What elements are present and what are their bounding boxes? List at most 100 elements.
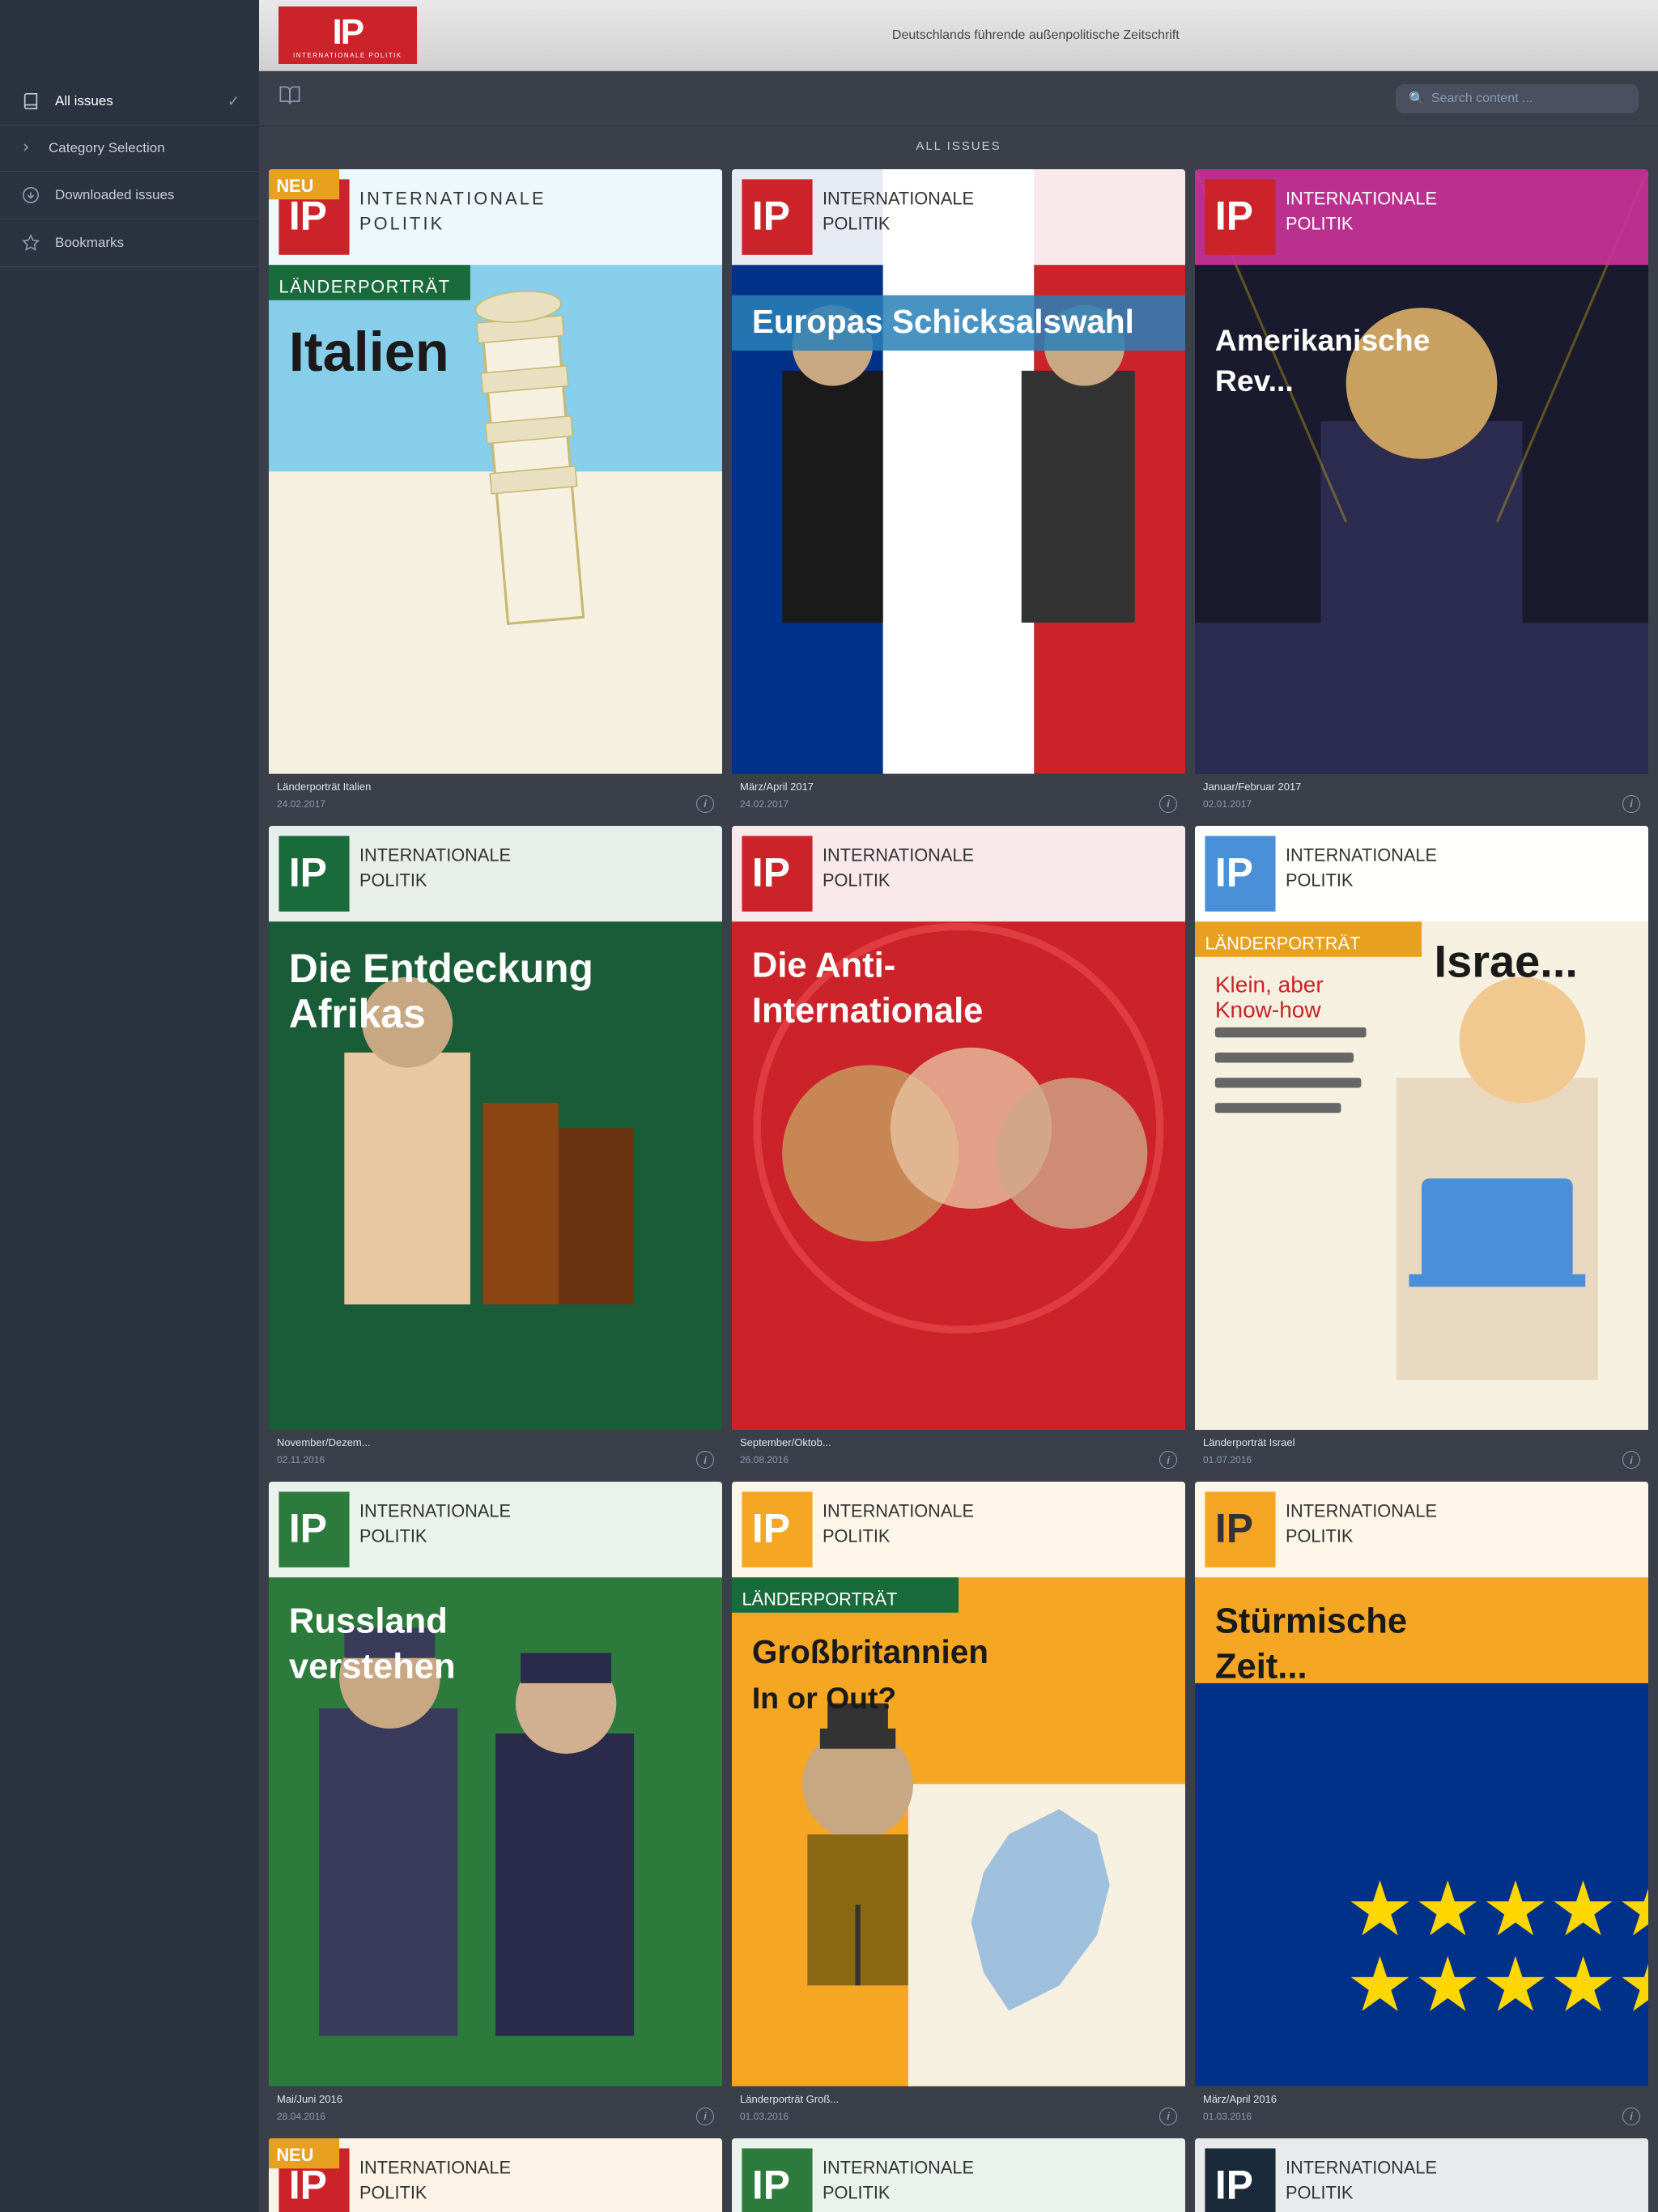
svg-text:POLITIK: POLITIK [823,214,891,234]
svg-text:IP: IP [289,1506,327,1551]
svg-text:Die Entdeckung: Die Entdeckung [289,946,593,991]
issue-card-1[interactable]: IP INTERNATIONALE POLITIK LÄNDERPORTRÄT … [269,169,722,816]
search-box[interactable]: 🔍 [1396,84,1639,113]
svg-text:Internationale: Internationale [752,991,984,1030]
svg-text:IP: IP [752,849,790,895]
search-input[interactable] [1431,91,1626,106]
topbar: IP INTERNATIONALE POLITIK Deutschlands f… [259,0,1658,71]
grid-row-2: IP INTERNATIONALE POLITIK Die Entdeckung… [269,826,1648,1473]
svg-text:POLITIK: POLITIK [1286,214,1354,234]
issue-info-button-8[interactable]: i [1159,2108,1177,2125]
svg-text:IP: IP [752,194,790,239]
svg-text:POLITIK: POLITIK [359,870,427,890]
sidebar-item-category-selection[interactable]: Category Selection [0,125,259,171]
issue-title-7: Mai/Juni 2016 [277,2093,714,2105]
tagline: Deutschlands führende außenpolitische Ze… [433,28,1639,43]
issue-info-4: November/Dezem... 02.11.2016 i [269,1430,722,1472]
issue-date-2: 24.02.2017 [740,798,789,810]
issue-info-button-3[interactable]: i [1622,795,1640,813]
svg-text:Zeit...: Zeit... [1215,1648,1307,1687]
issue-cover-12: IP INTERNATIONALE POLITIK Die Unvollende… [1195,2138,1648,2212]
svg-text:LÄNDERPORTRÄT: LÄNDERPORTRÄT [742,1589,897,1610]
divider-4 [0,266,259,267]
svg-text:IP: IP [752,1506,790,1551]
sidebar-item-bookmarks[interactable]: Bookmarks [0,219,259,266]
issue-cover-11: IP INTERNATIONALE POLITIK Blackbox Iran [732,2138,1185,2212]
issue-cover-7: IP INTERNATIONALE POLITIK Russland verst… [269,1482,722,2087]
issue-date-1: 24.02.2017 [277,798,325,810]
svg-text:INTERNATIONALE: INTERNATIONALE [359,1501,511,1521]
issue-date-row-5: 26.08.2016 i [740,1451,1177,1469]
svg-text:Klein, aber: Klein, aber [1215,972,1324,997]
issue-info-2: März/April 2017 24.02.2017 i [732,774,1185,816]
bookmark-icon [19,234,42,252]
reading-icon[interactable] [278,84,301,113]
issue-info-button-7[interactable]: i [696,2108,714,2125]
svg-text:Europas Schicksalswahl: Europas Schicksalswahl [752,303,1134,340]
issue-date-5: 26.08.2016 [740,1454,789,1465]
issue-info-button-9[interactable]: i [1622,2108,1640,2125]
issue-info-button-4[interactable]: i [696,1451,714,1469]
svg-text:Amerikanische: Amerikanische [1215,323,1431,357]
svg-text:INTERNATIONALE: INTERNATIONALE [1286,1501,1437,1521]
issue-card-9[interactable]: ★★★★★ ★★★★★ IP INTERNATIONALE POLITIK St… [1195,1482,1648,2129]
issue-card-4[interactable]: IP INTERNATIONALE POLITIK Die Entdeckung… [269,826,722,1473]
svg-text:In or Out?: In or Out? [752,1681,896,1715]
logo-letters: IP [333,15,363,50]
issue-card-3[interactable]: IP INTERNATIONALE POLITIK Amerikanische … [1195,169,1648,816]
issue-card-7[interactable]: IP INTERNATIONALE POLITIK Russland verst… [269,1482,722,2129]
checkmark-icon: ✓ [227,93,240,110]
svg-text:POLITIK: POLITIK [359,214,444,234]
svg-text:NEU: NEU [276,176,313,196]
issue-cover-3: IP INTERNATIONALE POLITIK Amerikanische … [1195,169,1648,774]
svg-text:INTERNATIONALE: INTERNATIONALE [823,2158,974,2178]
issue-card-11[interactable]: IP INTERNATIONALE POLITIK Blackbox Iran … [732,2138,1185,2212]
issue-info-button-5[interactable]: i [1159,1451,1177,1469]
issue-card-10[interactable]: IP INTERNATIONALE POLITIK LÄNDERPORTRÄT … [269,2138,722,2212]
svg-text:Israe...: Israe... [1435,935,1578,986]
logo-subtitle: INTERNATIONALE POLITIK [293,52,402,59]
svg-text:LÄNDERPORTRÄT: LÄNDERPORTRÄT [1205,933,1360,953]
svg-text:POLITIK: POLITIK [359,2183,427,2203]
svg-text:IP: IP [1215,849,1253,895]
svg-text:IP: IP [1215,194,1253,239]
issue-title-9: März/April 2016 [1203,2093,1640,2105]
issue-date-row-7: 28.04.2016 i [277,2108,714,2125]
issue-title-3: Januar/Februar 2017 [1203,781,1640,793]
svg-text:INTERNATIONALE: INTERNATIONALE [1286,189,1437,209]
issue-date-6: 01.07.2016 [1203,1454,1252,1465]
issue-cover-4: IP INTERNATIONALE POLITIK Die Entdeckung… [269,826,722,1431]
issue-info-1: Länderporträt Italien 24.02.2017 i [269,774,722,816]
issue-info-button-6[interactable]: i [1622,1451,1640,1469]
issue-info-button-1[interactable]: i [696,795,714,813]
svg-text:★★★★★: ★★★★★ [1346,1943,1648,2027]
sidebar-item-bookmarks-label: Bookmarks [55,235,124,251]
issue-cover-10: IP INTERNATIONALE POLITIK LÄNDERPORTRÄT … [269,2138,722,2212]
issue-info-button-2[interactable]: i [1159,795,1177,813]
svg-text:★★★★★: ★★★★★ [1346,1867,1648,1951]
issue-card-8[interactable]: IP INTERNATIONALE POLITIK LÄNDERPORTRÄT … [732,1482,1185,2129]
sidebar-item-category-selection-label: Category Selection [49,140,165,156]
issue-title-6: Länderporträt Israel [1203,1436,1640,1448]
issue-card-12[interactable]: IP INTERNATIONALE POLITIK Die Unvollende… [1195,2138,1648,2212]
svg-text:INTERNATIONALE: INTERNATIONALE [823,189,974,209]
svg-text:Know-how: Know-how [1215,997,1321,1022]
svg-text:INTERNATIONALE: INTERNATIONALE [823,844,974,865]
issue-cover-6: IP INTERNATIONALE POLITIK LÄNDERPORTRÄT … [1195,826,1648,1431]
book-icon [19,92,42,110]
svg-text:Stürmische: Stürmische [1215,1602,1407,1641]
sidebar-nav: All issues ✓ Category Selection Download [0,71,259,2212]
sidebar-item-all-issues[interactable]: All issues ✓ [0,78,259,125]
sidebar: All issues ✓ Category Selection Download [0,0,259,2212]
svg-text:Italien: Italien [289,321,449,383]
sidebar-item-downloaded-issues[interactable]: Downloaded issues [0,172,259,219]
issue-date-9: 01.03.2016 [1203,2111,1252,2122]
issue-card-2[interactable]: IP INTERNATIONALE POLITIK Europas Schick… [732,169,1185,816]
section-title: ALL ISSUES [259,126,1658,163]
issue-card-5[interactable]: IP INTERNATIONALE POLITIK Die Anti- Inte… [732,826,1185,1473]
issue-card-6[interactable]: IP INTERNATIONALE POLITIK LÄNDERPORTRÄT … [1195,826,1648,1473]
main-content: IP INTERNATIONALE POLITIK Deutschlands f… [259,0,1658,2212]
issue-title-8: Länderporträt Groß... [740,2093,1177,2105]
sidebar-item-downloaded-issues-label: Downloaded issues [55,187,174,203]
issue-cover-8: IP INTERNATIONALE POLITIK LÄNDERPORTRÄT … [732,1482,1185,2087]
